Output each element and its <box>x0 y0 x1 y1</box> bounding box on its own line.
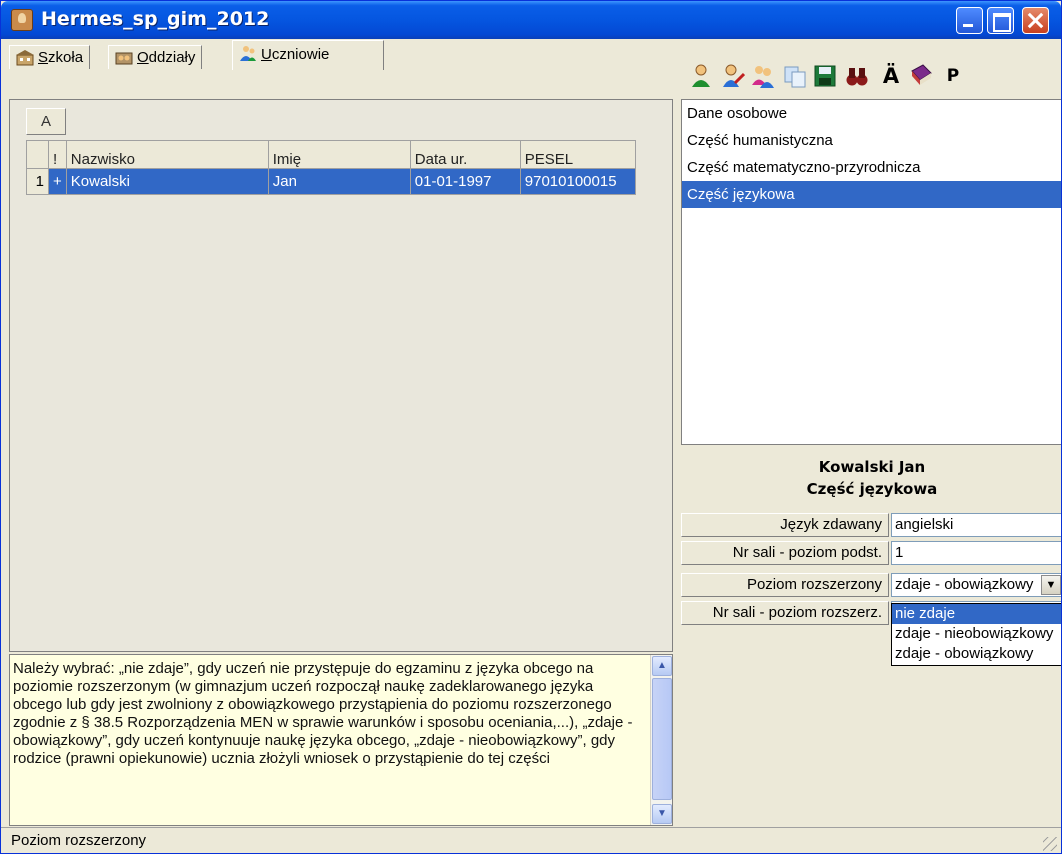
dropdown-option-zdaje-obowiazkowy[interactable]: zdaje - obowiązkowy <box>892 644 1061 664</box>
field-label-jezyk: Język zdawany <box>681 513 889 537</box>
cell-data-ur[interactable]: 01-01-1997 <box>409 168 521 195</box>
list-item-czesc-jezykowa[interactable]: Część językowa <box>682 181 1061 208</box>
classroom-icon <box>115 52 133 65</box>
app-window: Hermes_sp_gim_2012 Szkoła Oddziały Uczni… <box>0 0 1062 854</box>
field-label-nr-sali-rozsz: Nr sali - poziom rozszerz. <box>681 601 889 625</box>
sections-list: Dane osobowe Część humanistyczna Część m… <box>681 99 1061 445</box>
scroll-down-button[interactable]: ▼ <box>652 804 672 824</box>
status-text: Poziom rozszerzony <box>11 832 147 849</box>
school-icon <box>16 50 34 66</box>
column-header-imie[interactable]: Imię <box>267 140 411 169</box>
tab-oddzialy-mnemonic: O <box>137 49 149 66</box>
students-icon <box>240 46 256 61</box>
student-icon[interactable] <box>689 63 713 89</box>
window-title: Hermes_sp_gim_2012 <box>41 8 270 30</box>
close-button[interactable] <box>1022 7 1049 34</box>
tab-szkola-label: zkoła <box>48 49 84 66</box>
dropdown-option-nie-zdaje[interactable]: nie zdaje <box>892 604 1061 624</box>
cell-nazwisko[interactable]: Kowalski <box>65 168 269 195</box>
scroll-up-button[interactable]: ▲ <box>652 656 672 676</box>
row-flag[interactable]: + <box>48 168 67 195</box>
poziom-rozszerzony-select[interactable]: zdaje - obowiązkowy ▼ <box>891 573 1061 597</box>
row-number: 1 <box>26 168 49 195</box>
student-edit-icon[interactable] <box>721 63 745 89</box>
cell-imie[interactable]: Jan <box>267 168 411 195</box>
table-header-row: ! Nazwisko Imię Data ur. PESEL <box>26 140 636 169</box>
list-item-czesc-humanistyczna[interactable]: Część humanistyczna <box>682 127 1061 154</box>
list-item-dane-osobowe[interactable]: Dane osobowe <box>682 100 1061 127</box>
maximize-button[interactable] <box>987 7 1014 34</box>
detail-header: Kowalski Jan Część językowa <box>681 450 1061 512</box>
tab-szkola[interactable]: Szkoła <box>9 45 91 69</box>
tab-szkola-mnemonic: S <box>38 49 49 66</box>
cell-pesel[interactable]: 97010100015 <box>519 168 636 195</box>
tab-oddzialy[interactable]: Oddziały <box>108 45 203 69</box>
students-group-icon[interactable] <box>751 63 775 89</box>
copy-icon[interactable] <box>783 63 807 89</box>
grid-group-header[interactable]: A <box>26 108 66 135</box>
students-grid-panel: A ! Nazwisko Imię Data ur. PESEL 1 + Kow… <box>9 99 673 652</box>
dropdown-option-zdaje-nieobowiazkowy[interactable]: zdaje - nieobowiązkowy <box>892 624 1061 644</box>
tab-uczniowie-label: czniowie <box>271 46 330 63</box>
binoculars-icon[interactable] <box>845 63 869 89</box>
table-row[interactable]: 1 + Kowalski Jan 01-01-1997 97010100015 <box>26 168 636 195</box>
tab-uczniowie-mnemonic: U <box>261 46 272 63</box>
section-name: Część językowa <box>806 480 938 498</box>
title-bar[interactable]: Hermes_sp_gim_2012 <box>1 1 1061 39</box>
column-header-pesel[interactable]: PESEL <box>519 140 636 169</box>
chevron-down-icon[interactable]: ▼ <box>1041 575 1061 595</box>
poziom-rozszerzony-dropdown: nie zdaje zdaje - nieobowiązkowy zdaje -… <box>891 603 1061 666</box>
book-icon[interactable] <box>909 63 933 89</box>
field-label-nr-sali-podst: Nr sali - poziom podst. <box>681 541 889 565</box>
list-item-czesc-matematyczno-przyrodnicza[interactable]: Część matematyczno-przyrodnicza <box>682 154 1061 181</box>
column-header-rowno <box>26 140 49 169</box>
tab-oddzialy-label: ddziały <box>148 49 196 66</box>
student-name: Kowalski Jan <box>818 458 926 476</box>
a-umlaut-icon[interactable]: Ä <box>879 63 903 89</box>
resize-grip[interactable] <box>1043 837 1057 851</box>
nr-sali-podst-field[interactable]: 1 <box>891 541 1061 565</box>
students-table: ! Nazwisko Imię Data ur. PESEL 1 + Kowal… <box>26 140 636 195</box>
column-header-data-ur[interactable]: Data ur. <box>409 140 521 169</box>
poziom-rozszerzony-value: zdaje - obowiązkowy <box>895 576 1034 593</box>
scroll-thumb[interactable] <box>652 678 672 800</box>
column-header-flag[interactable]: ! <box>48 140 67 169</box>
minimize-button[interactable] <box>956 7 983 34</box>
help-panel: Należy wybrać: „nie zdaje”, gdy uczeń ni… <box>9 654 673 826</box>
column-header-nazwisko[interactable]: Nazwisko <box>65 140 269 169</box>
jezyk-zdawany-field[interactable]: angielski <box>891 513 1061 537</box>
help-text: Należy wybrać: „nie zdaje”, gdy uczeń ni… <box>13 660 633 767</box>
status-bar: Poziom rozszerzony <box>1 827 1061 853</box>
field-label-poziom-rozszerzony: Poziom rozszerzony <box>681 573 889 597</box>
tab-uczniowie[interactable]: Uczniowie <box>232 40 384 70</box>
save-icon[interactable] <box>813 63 837 89</box>
app-icon <box>11 9 33 31</box>
p-icon[interactable]: P <box>941 63 965 89</box>
help-scrollbar[interactable]: ▲ ▼ <box>650 655 672 825</box>
